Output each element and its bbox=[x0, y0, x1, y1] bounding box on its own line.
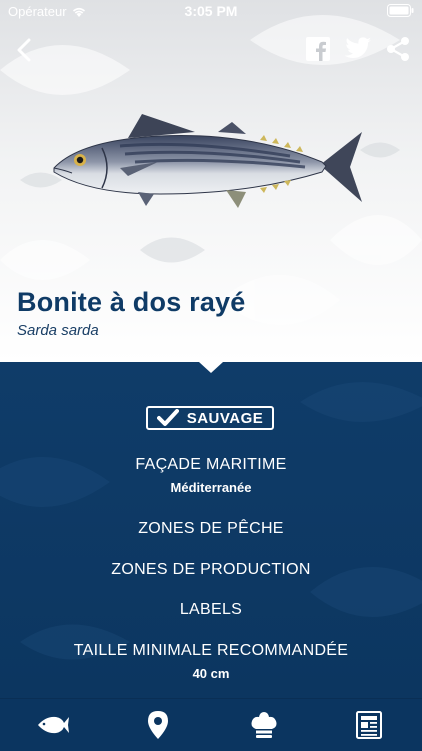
twitter-button[interactable] bbox=[344, 34, 372, 64]
min-size-section: TAILLE MINIMALE RECOMMANDÉE 40 cm bbox=[0, 642, 422, 681]
fish-illustration bbox=[53, 114, 362, 208]
fishing-zones-section[interactable]: ZONES DE PÊCHE bbox=[0, 520, 422, 538]
share-button[interactable] bbox=[384, 34, 412, 64]
fishing-zones-label[interactable]: ZONES DE PÊCHE bbox=[0, 520, 422, 538]
badge-label: SAUVAGE bbox=[186, 409, 264, 427]
battery-icon bbox=[387, 4, 414, 20]
facade-section: FAÇADE MARITIME Méditerranée bbox=[0, 456, 422, 495]
fish-icon bbox=[37, 716, 69, 734]
wild-badge: SAUVAGE bbox=[146, 406, 274, 430]
twitter-icon bbox=[344, 37, 371, 58]
production-zones-label[interactable]: ZONES DE PRODUCTION bbox=[0, 561, 422, 579]
hero-section: Opérateur 3:05 PM Bonite à dos rayé Sard… bbox=[0, 0, 422, 362]
share-actions bbox=[304, 34, 412, 64]
check-icon bbox=[156, 409, 179, 426]
chef-hat-icon bbox=[251, 712, 277, 738]
facebook-icon bbox=[306, 37, 330, 61]
labels-label[interactable]: LABELS bbox=[0, 601, 422, 619]
min-size-value: 40 cm bbox=[192, 666, 230, 681]
tab-news[interactable] bbox=[339, 703, 399, 747]
status-bar: Opérateur 3:05 PM bbox=[0, 0, 422, 24]
panel-notch bbox=[199, 362, 223, 373]
share-icon bbox=[387, 37, 409, 61]
min-size-label: TAILLE MINIMALE RECOMMANDÉE bbox=[73, 642, 349, 659]
tab-fish[interactable] bbox=[23, 703, 83, 747]
tab-map[interactable] bbox=[128, 703, 188, 747]
species-common-name: Bonite à dos rayé bbox=[17, 287, 246, 317]
map-pin-icon bbox=[148, 711, 169, 739]
production-zones-section[interactable]: ZONES DE PRODUCTION bbox=[0, 561, 422, 579]
status-time: 3:05 PM bbox=[184, 3, 238, 19]
species-scientific-name: Sarda sarda bbox=[17, 322, 99, 339]
back-button[interactable] bbox=[10, 34, 38, 66]
facade-label: FAÇADE MARITIME bbox=[135, 456, 287, 473]
tab-bar bbox=[0, 698, 422, 751]
chevron-left-icon bbox=[17, 38, 31, 62]
facebook-button[interactable] bbox=[304, 34, 332, 64]
tab-recipes[interactable] bbox=[234, 703, 294, 747]
newspaper-icon bbox=[356, 711, 383, 739]
facade-value: Méditerranée bbox=[170, 480, 252, 495]
labels-section[interactable]: LABELS bbox=[0, 601, 422, 619]
